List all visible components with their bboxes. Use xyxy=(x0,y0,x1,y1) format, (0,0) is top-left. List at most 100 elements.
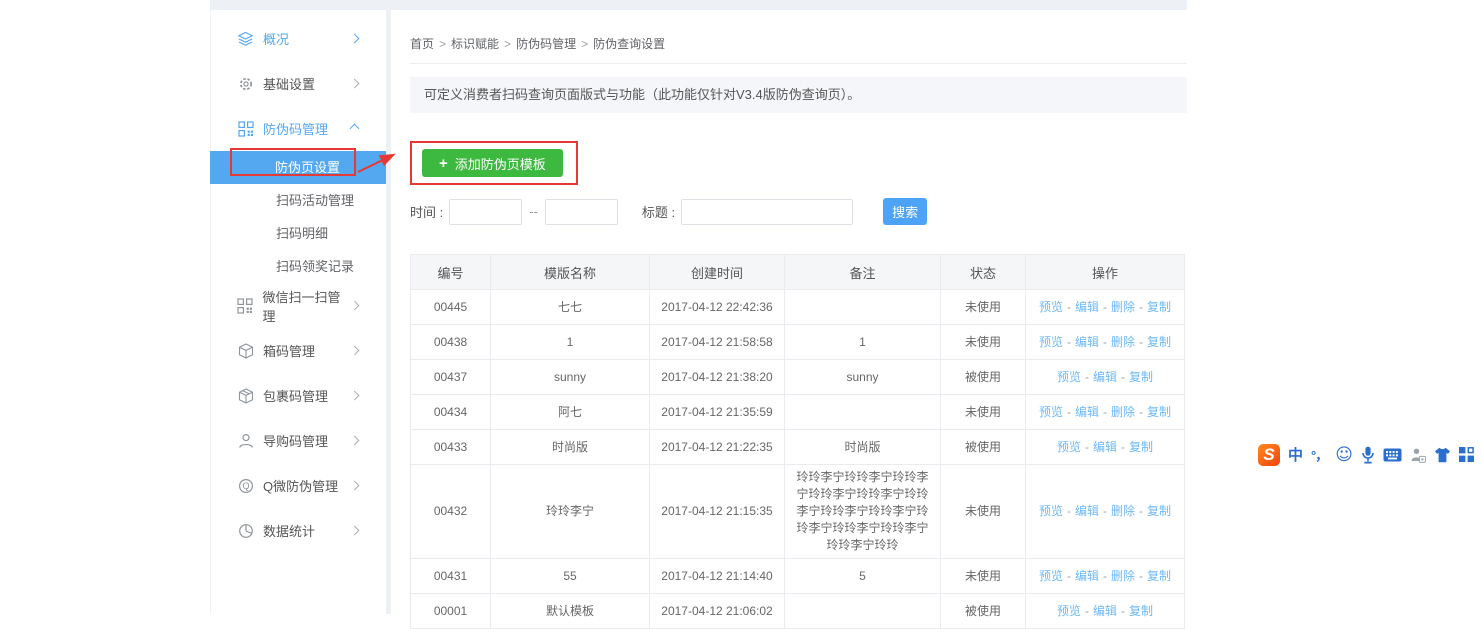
action-link-3[interactable]: 删除 xyxy=(1111,405,1135,419)
emoji-icon[interactable]: ☺ xyxy=(1335,445,1353,465)
sidebar-item-label: 导购码管理 xyxy=(263,431,328,450)
sidebar-item-wechat-scan[interactable]: 微信扫一扫管理 xyxy=(211,283,386,328)
top-strip xyxy=(210,0,1187,10)
action-link-2[interactable]: 编辑 xyxy=(1075,405,1099,419)
cell-status: 未使用 xyxy=(941,395,1026,430)
sidebar-subitem-scan-prize-records[interactable]: 扫码领奖记录 xyxy=(211,250,386,283)
action-link-3[interactable]: 删除 xyxy=(1111,504,1135,518)
action-link-1[interactable]: 预览 xyxy=(1057,370,1081,384)
action-link-1[interactable]: 预览 xyxy=(1039,504,1063,518)
person-icon xyxy=(237,432,254,449)
cell-name: 1 xyxy=(491,325,650,360)
sidebar-item-basic-settings[interactable]: 基础设置 xyxy=(211,61,386,106)
title-filter-label: 标题 : xyxy=(642,202,675,221)
action-link-3[interactable]: 复制 xyxy=(1129,440,1153,454)
action-link-2[interactable]: 编辑 xyxy=(1075,504,1099,518)
cell-remark xyxy=(785,395,941,430)
sogou-logo-icon[interactable]: S xyxy=(1258,444,1280,466)
user-icon[interactable] xyxy=(1410,447,1426,463)
sidebar-subitem-scan-detail[interactable]: 扫码明细 xyxy=(211,217,386,250)
cell-status: 未使用 xyxy=(941,290,1026,325)
action-link-1[interactable]: 预览 xyxy=(1057,604,1081,618)
sidebar-item-parcel-code[interactable]: 包裹码管理 xyxy=(211,373,386,418)
action-link-1[interactable]: 预览 xyxy=(1057,440,1081,454)
cell-status: 未使用 xyxy=(941,465,1026,559)
cell-name: 阿七 xyxy=(491,395,650,430)
sidebar-item-data-statistics[interactable]: 数据统计 xyxy=(211,508,386,553)
sidebar-item-label: 基础设置 xyxy=(263,74,315,93)
action-link-3[interactable]: 复制 xyxy=(1129,370,1153,384)
action-link-2[interactable]: 编辑 xyxy=(1075,569,1099,583)
sidebar-subitem-scan-activity[interactable]: 扫码活动管理 xyxy=(211,184,386,217)
cell-status: 未使用 xyxy=(941,559,1026,594)
table-row: 00432玲玲李宁2017-04-12 21:15:35玲玲李宁玲玲李宁玲玲李宁… xyxy=(411,465,1185,559)
skin-shirt-icon[interactable] xyxy=(1434,447,1451,463)
action-link-3[interactable]: 删除 xyxy=(1111,569,1135,583)
time-from-input[interactable] xyxy=(449,199,522,225)
cell-created: 2017-04-12 21:06:02 xyxy=(650,594,785,629)
sidebar-item-label: 微信扫一扫管理 xyxy=(263,287,351,325)
sidebar-item-overview[interactable]: 概况 xyxy=(211,16,386,61)
chevron-right-icon xyxy=(350,301,360,311)
cell-id: 00445 xyxy=(411,290,491,325)
cell-remark: 玲玲李宁玲玲李宁玲玲李宁玲玲李宁玲玲李宁玲玲李宁玲玲李宁玲玲李宁玲玲李宁玲玲李宁… xyxy=(785,465,941,559)
keyboard-icon[interactable] xyxy=(1383,448,1402,462)
action-separator: - xyxy=(1067,405,1071,419)
sidebar-item-label: 概况 xyxy=(263,29,289,48)
cell-id: 00001 xyxy=(411,594,491,629)
plus-icon: + xyxy=(439,155,448,172)
title-input[interactable] xyxy=(681,199,853,225)
action-link-4[interactable]: 复制 xyxy=(1147,504,1171,518)
breadcrumb: 首页>标识赋能>防伪码管理>防伪查询设置 xyxy=(410,10,1187,64)
action-link-1[interactable]: 预览 xyxy=(1039,300,1063,314)
action-link-4[interactable]: 复制 xyxy=(1147,569,1171,583)
action-separator: - xyxy=(1103,300,1107,314)
action-link-1[interactable]: 预览 xyxy=(1039,569,1063,583)
breadcrumb-item[interactable]: 标识赋能 xyxy=(451,37,499,51)
add-template-button-label: 添加防伪页模板 xyxy=(455,154,546,173)
action-link-4[interactable]: 复制 xyxy=(1147,335,1171,349)
chinese-mode-icon[interactable]: 中 xyxy=(1288,444,1303,465)
chevron-right-icon xyxy=(350,34,360,44)
action-link-3[interactable]: 删除 xyxy=(1111,335,1135,349)
cell-status: 未使用 xyxy=(941,325,1026,360)
action-link-2[interactable]: 编辑 xyxy=(1093,440,1117,454)
sidebar-item-guide-code[interactable]: 导购码管理 xyxy=(211,418,386,463)
action-separator: - xyxy=(1067,569,1071,583)
sidebar-item-anticounterfeit-code[interactable]: 防伪码管理 xyxy=(211,106,386,151)
sidebar-item-label: 数据统计 xyxy=(263,521,315,540)
action-link-1[interactable]: 预览 xyxy=(1039,335,1063,349)
action-link-4[interactable]: 复制 xyxy=(1147,300,1171,314)
action-link-2[interactable]: 编辑 xyxy=(1075,335,1099,349)
add-template-button[interactable]: + 添加防伪页模板 xyxy=(422,149,563,177)
column-header: 状态 xyxy=(941,255,1026,290)
time-to-input[interactable] xyxy=(545,199,618,225)
cell-name: 时尚版 xyxy=(491,430,650,465)
cell-id: 00432 xyxy=(411,465,491,559)
action-link-3[interactable]: 删除 xyxy=(1111,300,1135,314)
action-link-2[interactable]: 编辑 xyxy=(1093,370,1117,384)
action-link-3[interactable]: 复制 xyxy=(1129,604,1153,618)
chevron-right-icon xyxy=(350,526,360,536)
sidebar-item-carton-code[interactable]: 箱码管理 xyxy=(211,328,386,373)
action-separator: - xyxy=(1139,569,1143,583)
breadcrumb-separator: > xyxy=(439,37,446,51)
range-separator: -- xyxy=(529,204,538,219)
microphone-icon[interactable] xyxy=(1361,446,1375,464)
q-circle-icon: Q xyxy=(237,477,254,494)
action-link-2[interactable]: 编辑 xyxy=(1093,604,1117,618)
sidebar-item-qwei-anticounterfeit[interactable]: QQ微防伪管理 xyxy=(211,463,386,508)
action-link-4[interactable]: 复制 xyxy=(1147,405,1171,419)
breadcrumb-item[interactable]: 防伪码管理 xyxy=(516,37,576,51)
svg-text:Q: Q xyxy=(242,481,249,491)
action-separator: - xyxy=(1103,335,1107,349)
action-separator: - xyxy=(1085,370,1089,384)
search-button[interactable]: 搜索 xyxy=(883,198,927,225)
action-link-2[interactable]: 编辑 xyxy=(1075,300,1099,314)
toolbox-grid-icon[interactable] xyxy=(1459,447,1474,462)
punctuation-icon[interactable]: °， xyxy=(1311,445,1327,464)
action-link-1[interactable]: 预览 xyxy=(1039,405,1063,419)
breadcrumb-item[interactable]: 首页 xyxy=(410,37,434,51)
cell-remark: 时尚版 xyxy=(785,430,941,465)
cell-remark: 5 xyxy=(785,559,941,594)
